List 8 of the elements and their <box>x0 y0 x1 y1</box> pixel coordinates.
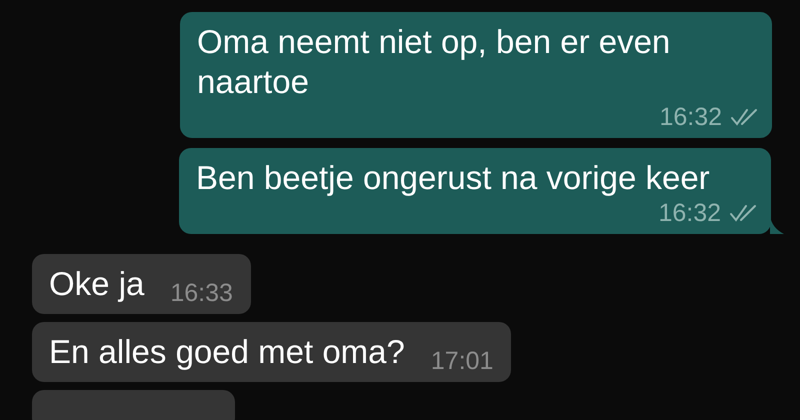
message-time: 17:01 <box>430 346 494 376</box>
message-time: 16:32 <box>658 198 721 228</box>
message-time: 16:32 <box>659 102 722 132</box>
message-text: Ben beetje ongerust na vorige keer <box>196 158 710 198</box>
message-time: 16:33 <box>170 278 233 308</box>
message-text: Oma neemt niet op, ben er even naartoe <box>197 22 672 102</box>
message-text: Oke ja <box>49 264 144 304</box>
message-text: En alles goed met oma? <box>49 332 405 372</box>
